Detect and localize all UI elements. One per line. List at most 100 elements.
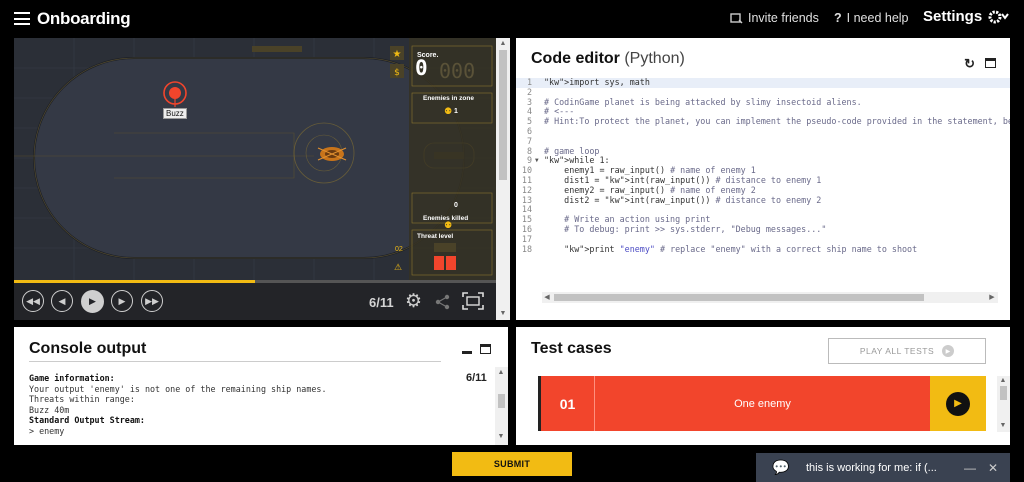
chat-message-preview: this is working for me: if (... <box>806 461 937 474</box>
code-text: # CodinGame planet is being attacked by … <box>544 96 862 107</box>
score-value: 0 <box>415 56 428 80</box>
code-editor-title: Code editor (Python) <box>531 50 685 68</box>
line-number: 18 <box>521 243 532 254</box>
fast-forward-icon: ▶▶ <box>145 295 159 306</box>
play-icon: ▶ <box>946 391 970 416</box>
scroll-right-icon[interactable]: ▶ <box>988 294 996 302</box>
close-chat-icon[interactable]: ✕ <box>988 461 998 475</box>
console-line: Threats within range: <box>29 394 135 404</box>
threat-index: 02 <box>395 246 403 253</box>
code-editor-title-text: Code editor <box>531 50 620 67</box>
code-line[interactable]: 13 dist2 = "kw">int(raw_input()) # dista… <box>516 194 1010 206</box>
viewer-scrollbar[interactable]: ▲ ▼ <box>496 38 510 320</box>
tests-scrollbar[interactable]: ▲ ▼ <box>997 376 1010 432</box>
svg-text:⚉: ⚉ <box>444 107 452 117</box>
editor-scroll-thumb[interactable] <box>554 294 924 301</box>
play-all-tests-button[interactable]: PLAY ALL TESTS ▶ <box>828 338 986 364</box>
scroll-up-icon[interactable]: ▲ <box>499 40 507 48</box>
settings-label: Settings <box>923 8 983 25</box>
help-label: I need help <box>846 11 909 25</box>
test-case-name: One enemy <box>594 376 930 431</box>
fast-forward-button[interactable]: ▶▶ <box>141 290 163 312</box>
viewer-scroll-thumb[interactable] <box>499 50 507 180</box>
console-divider <box>29 361 441 362</box>
code-line[interactable]: 16 # To debug: print >> sys.stderr, "Deb… <box>516 223 1010 235</box>
settings-button[interactable]: Settings <box>923 8 1011 25</box>
frame-counter: 6/11 <box>369 295 394 310</box>
enemy-tag: Buzz <box>163 108 187 119</box>
fold-toggle-icon[interactable]: ▼ <box>535 156 539 166</box>
console-scrollbar[interactable]: ▲ ▼ <box>495 367 508 445</box>
test-case-play-button[interactable]: ▶ <box>930 376 986 431</box>
top-bar: Onboarding Invite friends ? I need help … <box>0 0 1024 37</box>
code-text: # To debug: print >> sys.stderr, "Debug … <box>564 223 827 234</box>
code-line[interactable]: 1 "kw">import sys, math <box>516 78 1010 88</box>
svg-text:000: 000 <box>439 59 475 83</box>
console-panel: Console output 6/11 Game information: You… <box>14 327 508 445</box>
scroll-down-icon[interactable]: ▼ <box>499 310 507 318</box>
code-text: # Hint:To protect the planet, you can im… <box>544 116 1010 127</box>
fullscreen-icon[interactable] <box>462 292 484 310</box>
help-button[interactable]: ? I need help <box>834 11 909 25</box>
step-back-button[interactable]: ◀ <box>51 290 73 312</box>
gear-icon <box>988 10 1009 23</box>
code-text: "kw">print "enemy" # replace "enemy" wit… <box>564 243 918 254</box>
chevron-right-icon: ▶ <box>118 295 126 306</box>
viewer-settings-gear-icon[interactable]: ⚙ <box>405 290 422 313</box>
playback-controls: ◀◀ ◀ ▶ ▶ ▶▶ 6/11 ⚙ <box>14 283 496 320</box>
svg-text:★: ★ <box>393 49 402 60</box>
minimize-chat-icon[interactable]: — <box>964 461 976 475</box>
game-canvas[interactable]: ★ $ ⚠ 000 ⚉ ⚉ Score. 0 Enemies in zone 1… <box>14 38 496 280</box>
code-editor-panel: Code editor (Python) ↻ 1 "kw">import sys,… <box>516 38 1010 320</box>
test-case-number: 01 <box>538 376 594 431</box>
step-forward-button[interactable]: ▶ <box>111 290 133 312</box>
tests-scroll-thumb[interactable] <box>1000 386 1007 400</box>
enemies-killed-value: 0 <box>454 202 458 209</box>
scroll-down-icon[interactable]: ▼ <box>999 422 1007 430</box>
console-scroll-thumb[interactable] <box>498 394 505 408</box>
chat-bubble-icon: 💬 <box>772 459 790 475</box>
code-line[interactable]: 6 <box>516 126 1010 137</box>
minimize-console-icon[interactable] <box>462 351 472 354</box>
code-line[interactable]: 18 "kw">print "enemy" # replace "enemy" … <box>516 243 1010 255</box>
rewind-button[interactable]: ◀◀ <box>22 290 44 312</box>
scroll-up-icon[interactable]: ▲ <box>497 369 505 377</box>
submit-button[interactable]: SUBMIT <box>452 452 572 476</box>
play-icon: ▶ <box>89 296 96 306</box>
code-line[interactable]: 3 # CodinGame planet is being attacked by… <box>516 96 1010 108</box>
test-case-row[interactable]: 01 One enemy ▶ <box>538 376 986 431</box>
threat-level-label: Threat level <box>417 233 454 240</box>
play-button[interactable]: ▶ <box>81 290 104 313</box>
svg-text:⚠: ⚠ <box>394 263 402 273</box>
code-area[interactable]: 1 "kw">import sys, math 2 3 # CodinGame plan… <box>516 78 1010 293</box>
chat-widget[interactable]: 💬 this is working for me: if (... — ✕ <box>756 453 1010 482</box>
invite-friends-button[interactable]: Invite friends <box>730 11 819 25</box>
editor-horizontal-scrollbar[interactable]: ◀ ▶ <box>542 292 998 303</box>
maximize-console-icon[interactable] <box>480 344 491 354</box>
rewind-icon: ◀◀ <box>26 295 40 306</box>
console-title: Console output <box>29 340 147 357</box>
reset-code-icon[interactable]: ↻ <box>964 56 975 72</box>
console-line: > enemy <box>29 425 65 436</box>
console-line: Buzz 40m <box>29 404 70 415</box>
invite-icon <box>730 12 743 23</box>
scroll-up-icon[interactable]: ▲ <box>999 377 1007 385</box>
play-all-tests-label: PLAY ALL TESTS <box>859 346 935 356</box>
console-line: Your output 'enemy' is not one of the re… <box>29 383 327 394</box>
page-title: Onboarding <box>37 9 131 28</box>
scroll-down-icon[interactable]: ▼ <box>497 433 505 441</box>
share-icon[interactable] <box>435 294 451 310</box>
code-text: "kw">import sys, math <box>544 78 650 87</box>
console-game-info-label: Game information: <box>29 373 115 383</box>
code-line[interactable]: 5 # Hint:To protect the planet, you can i… <box>516 116 1010 127</box>
scroll-left-icon[interactable]: ◀ <box>543 294 551 302</box>
hamburger-menu-icon[interactable] <box>14 12 30 25</box>
svg-text:$: $ <box>394 68 400 78</box>
svg-text:⚉: ⚉ <box>444 221 452 231</box>
maximize-editor-icon[interactable] <box>985 58 996 68</box>
code-text: dist2 = "kw">int(raw_input()) # distance… <box>544 194 822 205</box>
chevron-left-icon: ◀ <box>58 295 66 306</box>
game-viewer: ★ $ ⚠ 000 ⚉ ⚉ Score. 0 Enemies in zone 1… <box>14 38 510 320</box>
enemies-in-zone-value: 1 <box>454 108 458 115</box>
invite-friends-label: Invite friends <box>748 11 819 25</box>
